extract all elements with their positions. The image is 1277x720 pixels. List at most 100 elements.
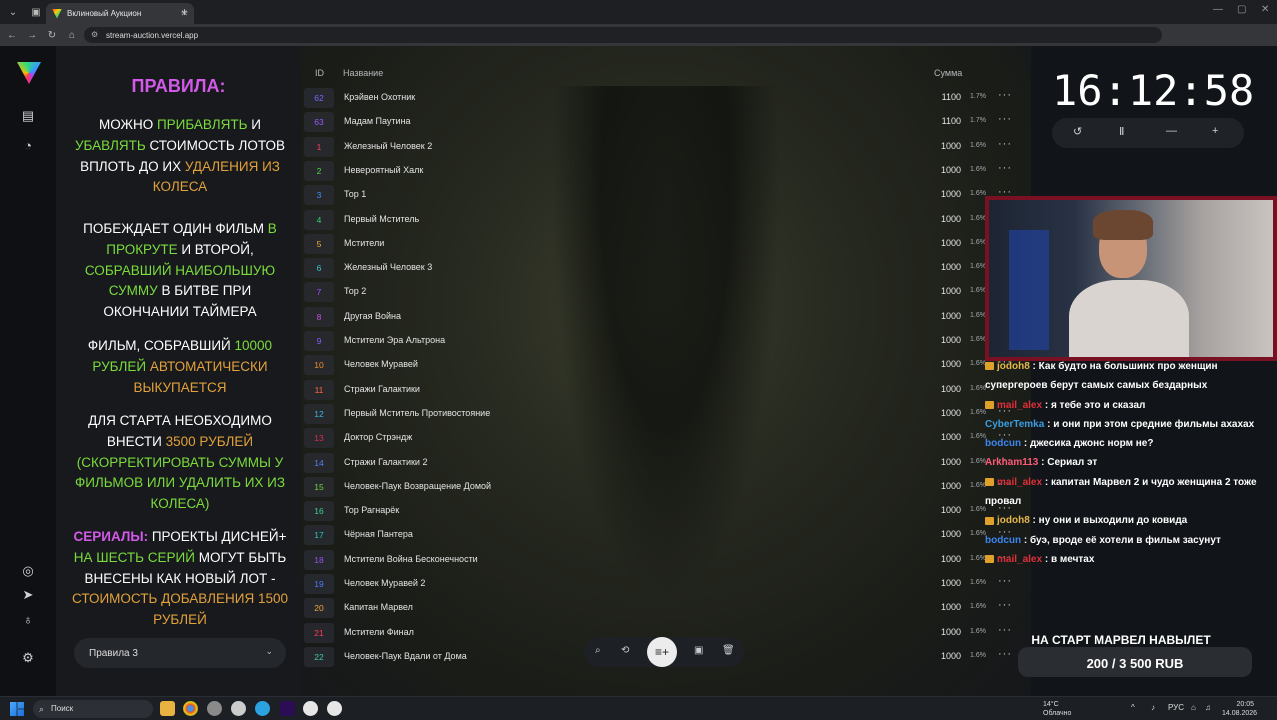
chat-username[interactable]: mail_alex [997,400,1042,411]
more-options-icon[interactable]: ··· [998,162,1012,174]
tab-search-icon[interactable]: ⌄ [3,2,23,22]
taskbar-search[interactable]: ⌕ Поиск [33,700,153,718]
telegram-taskbar-icon[interactable] [255,701,270,716]
plus-icon[interactable]: + [1212,125,1218,137]
chat-username[interactable]: Arkham113 [985,457,1038,468]
rules-preset-select[interactable]: Правила 3 ⌄ [74,638,286,668]
save-icon[interactable]: ▣ [694,645,703,656]
lot-sum[interactable]: 1100 [921,92,961,102]
trash-icon[interactable]: 🗑 [722,645,735,656]
lot-sum[interactable]: 1000 [921,602,961,612]
lot-sum[interactable]: 1000 [921,359,961,369]
more-options-icon[interactable]: ··· [998,89,1012,101]
telegram-icon[interactable]: ➤ [19,586,37,604]
lot-sum[interactable]: 1000 [921,505,961,515]
chat-username[interactable]: CyberTemka [985,419,1044,430]
back-icon[interactable]: ← [2,30,22,41]
lot-row[interactable]: 20 Капитан Марвел 1000 1.6% ··· [304,596,1024,620]
lot-sum[interactable]: 1000 [921,165,961,175]
lot-row[interactable]: 1 Железный Человек 2 1000 1.6% ··· [304,135,1024,159]
tray-chevron-icon[interactable]: ^ [1131,703,1135,712]
obs-icon[interactable] [303,701,318,716]
chat-username[interactable]: jodoh8 [997,361,1030,372]
settings-gear-icon[interactable]: ⚙ [19,649,37,667]
chat-username[interactable]: bodcun [985,535,1021,546]
lot-row[interactable]: 17 Чёрная Пантера 1000 1.6% ··· [304,523,1024,547]
lot-sum[interactable]: 1000 [921,481,961,491]
github-icon[interactable]: ♁ [19,610,37,628]
new-tab-icon[interactable]: + [181,5,188,19]
home-icon[interactable]: ⌂ [62,30,82,41]
tab-groups-icon[interactable]: ▣ [26,2,46,22]
chat-username[interactable]: bodcun [985,438,1021,449]
lot-row[interactable]: 11 Стражи Галактики 1000 1.6% ··· [304,378,1024,402]
add-lot-icon[interactable]: ≡+ [647,637,677,667]
mic-icon[interactable]: ♪ [1151,703,1155,712]
lot-row[interactable]: 19 Человек Муравей 2 1000 1.6% ··· [304,572,1024,596]
more-options-icon[interactable]: ··· [998,624,1012,636]
taskbar-clock[interactable]: 20:05 14.08.2026 [1222,700,1257,718]
more-options-icon[interactable]: ··· [998,575,1012,587]
lot-row[interactable]: 4Первый Мститель10001.6%··· [304,208,1024,232]
wheel-icon[interactable]: ◔ [19,136,37,154]
lot-sum[interactable]: 1000 [921,554,961,564]
search-icon[interactable]: ⌕ [595,645,601,656]
windows-start-icon[interactable] [10,702,24,716]
help-icon[interactable]: ◎ [19,562,37,580]
pause-icon[interactable]: Ⅱ [1119,125,1124,138]
reload-icon[interactable]: ↻ [42,30,62,41]
lot-sum[interactable]: 1000 [921,311,961,321]
lot-row[interactable]: 63 Мадам Паутина 1100 1.7% ··· [304,110,1024,134]
app-icon-3[interactable] [207,701,222,716]
lot-sum[interactable]: 1000 [921,214,961,224]
chat-username[interactable]: mail_alex [997,554,1042,565]
more-options-icon[interactable]: ··· [998,648,1012,660]
lot-sum[interactable]: 1000 [921,651,961,661]
lot-sum[interactable]: 1000 [921,262,961,272]
list-icon[interactable]: ▤ [19,107,37,125]
chat-username[interactable]: mail_alex [997,477,1042,488]
lot-sum[interactable]: 1000 [921,141,961,151]
lot-sum[interactable]: 1000 [921,432,961,442]
lot-sum[interactable]: 1000 [921,189,961,199]
forward-icon[interactable]: → [22,30,42,41]
lot-row[interactable]: 6Железный Человек 310001.6%··· [304,256,1024,280]
more-options-icon[interactable]: ··· [998,138,1012,150]
lot-row[interactable]: 18 Мстители Война Бесконечности 1000 1.6% ··… [304,548,1024,572]
file-explorer-icon[interactable] [160,701,175,716]
app-icon-4[interactable] [231,701,246,716]
lot-row[interactable]: 62 Крэйвен Охотник 1100 1.7% ··· [304,86,1024,110]
lot-row[interactable]: 2 Невероятный Халк 1000 1.6% ··· [304,159,1024,183]
more-options-icon[interactable]: ··· [998,599,1012,611]
lot-row[interactable]: 8Другая Война10001.6%··· [304,305,1024,329]
lot-row[interactable]: 9Мстители Эра Альтрона10001.6%··· [304,329,1024,353]
lot-sum[interactable]: 1000 [921,286,961,296]
url-field[interactable]: ⚙ stream-auction.vercel.app [84,27,1162,43]
language-indicator[interactable]: РУС [1168,703,1184,712]
app-logo-icon[interactable] [17,62,41,84]
more-options-icon[interactable]: ··· [998,113,1012,125]
minus-icon[interactable]: — [1166,125,1177,137]
minimize-icon[interactable]: — [1213,4,1223,15]
lot-row[interactable]: 14 Стражи Галактики 2 1000 1.6% ··· [304,451,1024,475]
repeat-icon[interactable]: ⟲ [621,645,629,656]
network-icon[interactable]: ⌂ [1191,703,1196,712]
maximize-icon[interactable]: ▢ [1237,4,1246,15]
browser-tab[interactable]: Вклиновый Аукцион ✕ [46,3,194,24]
lot-sum[interactable]: 1100 [921,116,961,126]
lot-sum[interactable]: 1000 [921,529,961,539]
lot-row[interactable]: 3 Тор 1 1000 1.6% ··· [304,183,1024,207]
lot-row[interactable]: 16 Тор Рагнарёк 1000 1.6% ··· [304,499,1024,523]
premiere-icon[interactable] [280,701,295,716]
obs-icon-2[interactable] [327,701,342,716]
lot-row[interactable]: 5Мстители10001.6%··· [304,232,1024,256]
lot-row[interactable]: 13 Доктор Стрэндж 1000 1.6% ··· [304,426,1024,450]
site-info-icon[interactable]: ⚙ [91,30,98,39]
lot-sum[interactable]: 1000 [921,627,961,637]
chat-username[interactable]: jodoh8 [997,515,1030,526]
lot-row[interactable]: 15 Человек-Паук Возвращение Домой 1000 1.6%… [304,475,1024,499]
reset-timer-icon[interactable]: ↺ [1073,125,1082,138]
weather-widget[interactable]: 14°C Облачно [1043,700,1071,718]
lot-sum[interactable]: 1000 [921,578,961,588]
lot-sum[interactable]: 1000 [921,238,961,248]
